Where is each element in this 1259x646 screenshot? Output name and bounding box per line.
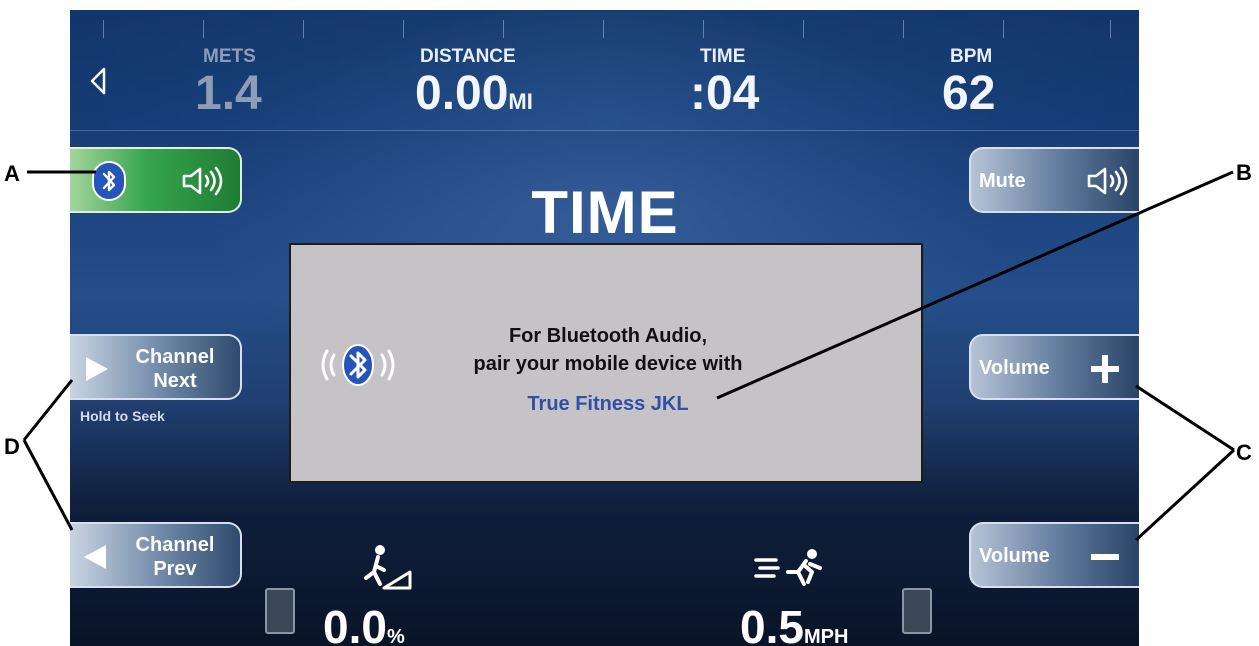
callout-lines <box>22 170 1236 542</box>
